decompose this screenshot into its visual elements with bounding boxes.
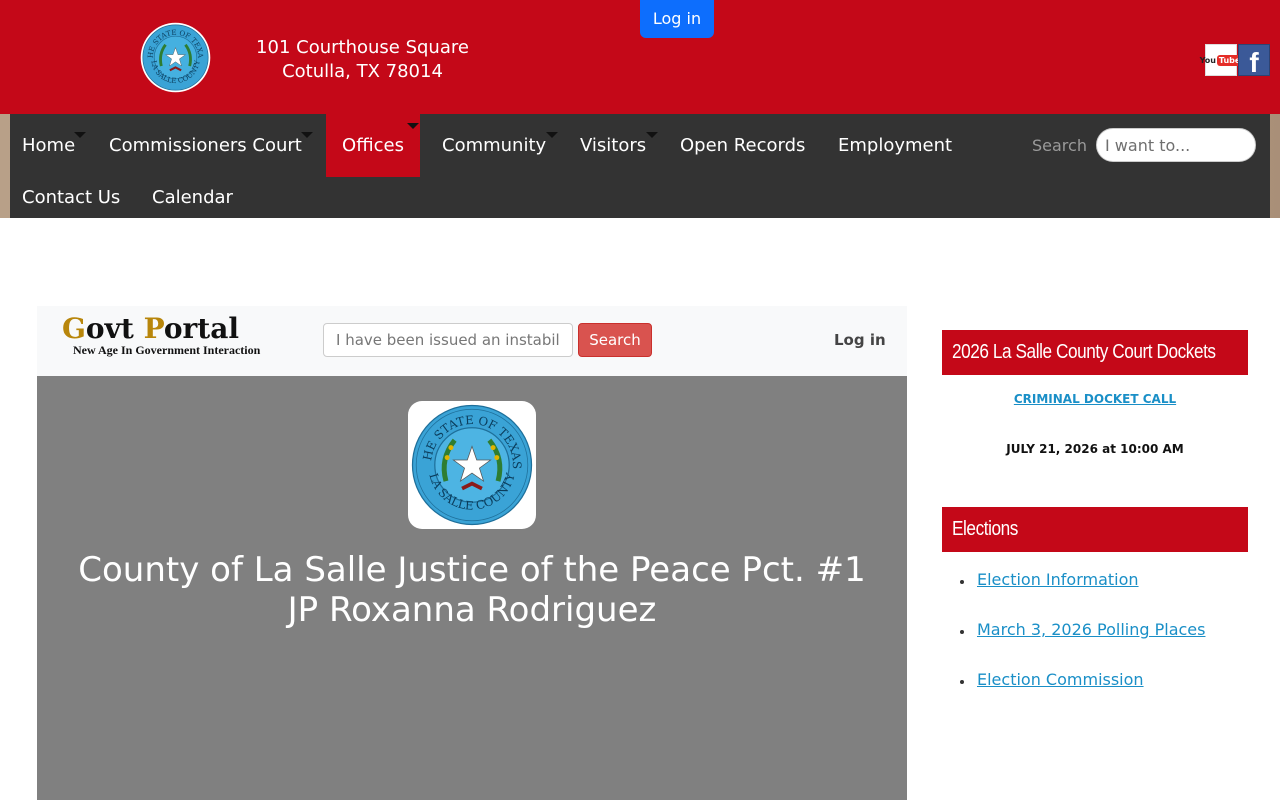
govt-portal-logo-text: Govt Portal: [62, 313, 260, 345]
criminal-docket-link[interactable]: CRIMINAL DOCKET CALL: [942, 392, 1248, 406]
nav-item-calendar[interactable]: Calendar: [152, 186, 233, 210]
list-item: Election Information: [960, 570, 1205, 620]
nav-item-visitors-label: Visitors: [580, 135, 647, 156]
election-commission-link[interactable]: Election Commission: [977, 670, 1144, 689]
nav-item-employment[interactable]: Employment: [838, 134, 952, 158]
address-line-1: 101 Courthouse Square: [256, 37, 469, 58]
nav-item-home[interactable]: Home: [22, 132, 87, 158]
header-login-button[interactable]: Log in: [640, 0, 714, 38]
logo-word-ortal: ortal: [163, 312, 240, 345]
govt-portal-logo[interactable]: Govt Portal New Age In Government Intera…: [62, 313, 260, 358]
nav-item-contact-us[interactable]: Contact Us: [22, 186, 120, 210]
nav-item-community[interactable]: Community: [442, 132, 559, 158]
govt-portal-tagline: New Age In Government Interaction: [73, 343, 261, 357]
nav-item-visitors[interactable]: Visitors: [580, 132, 659, 158]
courthouse-address: 101 Courthouse Square Cotulla, TX 78014: [252, 36, 473, 84]
elections-heading: Elections: [942, 507, 1248, 552]
dropdown-caret-icon: [300, 132, 313, 138]
office-title: County of La Salle Justice of the Peace …: [37, 550, 907, 630]
nav-item-employment-label: Employment: [838, 135, 953, 156]
facebook-icon[interactable]: f: [1238, 44, 1270, 78]
nav-item-contact-us-label: Contact Us: [22, 187, 121, 208]
logo-letter-p: P: [143, 312, 164, 345]
elections-list: Election Information March 3, 2026 Polli…: [960, 570, 1205, 720]
dropdown-caret-icon: [407, 123, 419, 129]
nav-item-community-label: Community: [442, 135, 547, 156]
list-item: March 3, 2026 Polling Places: [960, 620, 1205, 670]
nav-item-offices[interactable]: Offices: [326, 114, 420, 177]
logo-word-ovt: ovt: [85, 312, 144, 345]
election-information-link[interactable]: Election Information: [977, 570, 1139, 589]
list-item: Election Commission: [960, 670, 1205, 720]
nav-item-offices-label: Offices: [342, 135, 404, 156]
portal-search-button[interactable]: Search: [578, 323, 652, 357]
nav-search-label: Search: [1032, 136, 1087, 155]
nav-item-open-records-label: Open Records: [680, 135, 806, 156]
nav-item-commissioners-court-label: Commissioners Court: [109, 135, 302, 156]
portal-search-input[interactable]: [323, 323, 573, 357]
youtube-icon[interactable]: You Tube: [1200, 44, 1243, 76]
nav-search-input[interactable]: [1096, 128, 1256, 162]
nav-item-open-records[interactable]: Open Records: [680, 134, 805, 158]
polling-places-link[interactable]: March 3, 2026 Polling Places: [977, 620, 1205, 639]
office-title-line-1: County of La Salle Justice of the Peace …: [78, 550, 866, 590]
facebook-icon-glyph: f: [1249, 47, 1259, 78]
dropdown-caret-icon: [546, 132, 559, 138]
dropdown-caret-icon: [74, 132, 87, 138]
dropdown-caret-icon: [646, 132, 659, 138]
dockets-heading-text: 2026 La Salle County Court Dockets: [952, 341, 1216, 363]
county-seal-logo[interactable]: THE STATE OF TEXAS LA SALLE COUNTY: [140, 22, 211, 93]
nav-item-home-label: Home: [22, 135, 76, 156]
elections-heading-text: Elections: [952, 518, 1018, 540]
office-seal: THE STATE OF TEXAS LA SALLE COUNTY: [408, 401, 536, 529]
texas-seal-icon: THE STATE OF TEXAS LA SALLE COUNTY: [410, 403, 533, 526]
address-line-2: Cotulla, TX 78014: [282, 61, 443, 82]
portal-login-link[interactable]: Log in: [834, 331, 886, 349]
nav-item-calendar-label: Calendar: [152, 187, 233, 208]
nav-item-commissioners-court[interactable]: Commissioners Court: [109, 132, 313, 158]
office-title-line-2: JP Roxanna Rodriguez: [287, 590, 657, 630]
youtube-icon-you: You: [1199, 55, 1216, 65]
logo-letter-g: G: [62, 312, 86, 345]
docket-date: JULY 21, 2026 at 10:00 AM: [1006, 442, 1184, 456]
dockets-heading: 2026 La Salle County Court Dockets: [942, 330, 1248, 375]
